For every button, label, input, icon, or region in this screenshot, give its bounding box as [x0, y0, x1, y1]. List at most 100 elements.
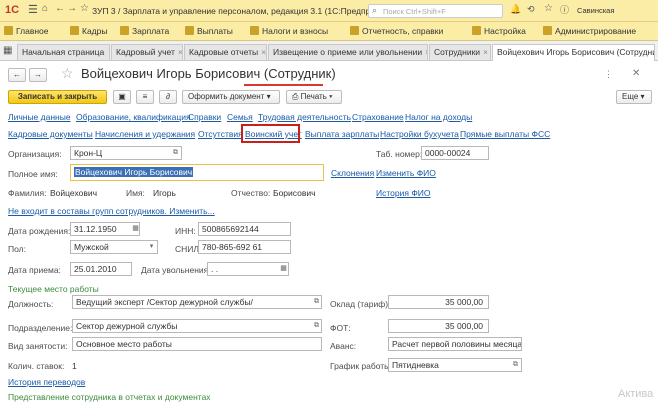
link-fss-payments[interactable]: Прямые выплаты ФСС	[460, 129, 550, 139]
tab-employees[interactable]: Сотрудники ×	[429, 44, 491, 60]
activation-watermark: Актива	[618, 388, 654, 400]
user-name[interactable]: Савинская	[577, 6, 614, 15]
employment-field[interactable]: Основное место работы	[72, 337, 322, 351]
link-insurance[interactable]: Страхование	[352, 112, 404, 122]
surname-label: Фамилия:	[8, 188, 47, 198]
sex-label: Пол:	[8, 244, 26, 254]
dropdown-icon[interactable]: ▾	[146, 240, 157, 254]
nav-taxes[interactable]: Налоги и взносы	[250, 25, 328, 38]
tabs-menu-icon[interactable]: ▦	[3, 45, 12, 56]
link-family[interactable]: Семья	[227, 112, 253, 122]
calendar-icon[interactable]: ▦	[278, 262, 289, 276]
more-button[interactable]: Еще ▾	[616, 90, 652, 104]
open-link-icon[interactable]: ⧉	[510, 358, 521, 372]
history-icon[interactable]: ⟲	[527, 4, 535, 15]
change-fio-link[interactable]: Изменить ФИО	[376, 168, 436, 178]
link-absences[interactable]: Отсутствия	[198, 129, 243, 139]
title-bar: 1С ☰ ⌂ ← → ☆ ЗУП 3 / Зарплата и управлен…	[0, 0, 658, 22]
transfers-history-link[interactable]: История переводов	[8, 377, 85, 387]
nav-payments[interactable]: Выплаты	[185, 25, 233, 38]
declensions-link[interactable]: Склонения	[331, 168, 374, 178]
link-hr-documents[interactable]: Кадровые документы	[8, 129, 93, 139]
nav-reports[interactable]: Отчетность, справки	[350, 25, 443, 38]
chevron-down-icon: ▾	[266, 92, 271, 101]
favorite-star-icon[interactable]: ☆	[61, 65, 74, 82]
current-job-section: Текущее место работы	[8, 284, 99, 294]
attach-icon[interactable]: ∂	[159, 90, 177, 104]
link-certificates[interactable]: Справки	[188, 112, 221, 122]
forward-button[interactable]: →	[29, 68, 47, 82]
rates-label: Колич. ставок:	[8, 361, 65, 371]
fot-label: ФОТ:	[330, 323, 351, 333]
hire-field[interactable]: 25.01.2010	[70, 262, 132, 276]
link-education[interactable]: Образование, квалификация	[76, 112, 191, 122]
tab-hr-reports[interactable]: Кадровые отчеты ×	[184, 44, 267, 60]
home-icon[interactable]: ⌂	[42, 3, 48, 14]
tab-employee-card[interactable]: Войцехович Игорь Борисович (Сотрудник)	[492, 44, 655, 61]
more-icon[interactable]: ⋮	[604, 69, 613, 80]
favorite-icon[interactable]: ☆	[80, 3, 89, 14]
close-icon[interactable]: ×	[261, 47, 266, 57]
calendar-icon[interactable]: ▦	[130, 222, 141, 236]
position-field[interactable]: Ведущий эксперт /Сектор дежурной службы/	[72, 295, 322, 309]
sex-select[interactable]: Мужской	[70, 240, 158, 254]
dept-label: Подразделение:	[8, 323, 73, 333]
close-icon[interactable]: ×	[425, 47, 427, 57]
link-personal-data[interactable]: Личные данные	[8, 112, 71, 122]
back-button[interactable]: ←	[8, 68, 26, 82]
tab-number-label: Таб. номер:	[376, 149, 423, 159]
link-accounting-settings[interactable]: Настройки бухучета	[380, 129, 459, 139]
info-icon[interactable]: ⓘ	[560, 3, 569, 16]
star-icon[interactable]: ☆	[544, 3, 553, 14]
fire-field[interactable]: . .	[207, 262, 289, 276]
global-search[interactable]: ⌕ Поиск Ctrl+Shift+F	[368, 4, 503, 18]
save-and-close-button[interactable]: Записать и закрыть	[8, 90, 107, 104]
search-icon: ⌕	[372, 5, 378, 15]
nav-admin[interactable]: Администрирование	[543, 25, 636, 38]
search-placeholder: Поиск Ctrl+Shift+F	[383, 7, 446, 16]
make-document-button[interactable]: Оформить документ ▾	[182, 90, 280, 104]
nav-main[interactable]: Главное	[4, 25, 48, 38]
nav-hr[interactable]: Кадры	[70, 25, 107, 38]
close-icon[interactable]: ×	[178, 47, 182, 57]
menu-icon[interactable]: ☰	[28, 3, 38, 16]
open-link-icon[interactable]: ⧉	[311, 295, 322, 309]
groups-link[interactable]: Не входит в составы групп сотрудников. И…	[8, 206, 215, 216]
save-icon[interactable]: ▣	[113, 90, 131, 104]
fullname-field[interactable]: Войцехович Игорь Борисович	[70, 164, 324, 181]
inn-label: ИНН:	[175, 226, 196, 236]
salary-field[interactable]: 35 000,00	[388, 295, 489, 309]
link-work-activity[interactable]: Трудовая деятельность	[258, 112, 351, 122]
dept-field[interactable]: Сектор дежурной службы	[72, 319, 322, 333]
tab-notice[interactable]: Извещение о приеме или увольнении×	[268, 44, 428, 60]
close-form-icon[interactable]: ✕	[632, 68, 640, 79]
advance-field[interactable]: Расчет первой половины месяца	[388, 337, 522, 351]
nav-settings[interactable]: Настройка	[472, 25, 526, 38]
app-title: ЗУП 3 / Зарплата и управление персоналом…	[92, 6, 396, 16]
org-field[interactable]: Крон-Ц	[70, 146, 182, 160]
close-icon[interactable]: ×	[483, 47, 488, 57]
tab-home[interactable]: Начальная страница	[17, 44, 110, 60]
inn-field[interactable]: 500865692144	[198, 222, 291, 236]
tab-hr-accounting[interactable]: Кадровый учет ×	[111, 44, 183, 60]
fot-field[interactable]: 35 000,00	[388, 319, 489, 333]
notification-icon[interactable]: 🔔	[510, 4, 521, 15]
app-logo: 1С	[5, 4, 20, 16]
tab-number-field[interactable]: 0000-00024	[421, 146, 489, 160]
fio-history-link[interactable]: История ФИО	[376, 188, 431, 198]
name-label: Имя:	[126, 188, 145, 198]
link-income-tax[interactable]: Налог на доходы	[405, 112, 472, 122]
schedule-field[interactable]: Пятидневка	[388, 358, 522, 372]
forward-icon[interactable]: →	[67, 3, 77, 14]
representation-section: Представление сотрудника в отчетах и док…	[8, 392, 211, 402]
main-icon	[4, 26, 13, 35]
nav-salary[interactable]: Зарплата	[120, 25, 169, 38]
link-accruals[interactable]: Начисления и удержания	[95, 129, 195, 139]
print-button[interactable]: ⎙ Печать ▾	[286, 90, 342, 104]
back-icon[interactable]: ←	[55, 3, 65, 14]
list-icon[interactable]: ≡	[136, 90, 154, 104]
link-salary-payment[interactable]: Выплата зарплаты	[305, 129, 379, 139]
snils-field[interactable]: 780-865-692 61	[198, 240, 291, 254]
open-link-icon[interactable]: ⧉	[170, 146, 181, 160]
open-link-icon[interactable]: ⧉	[311, 319, 322, 333]
